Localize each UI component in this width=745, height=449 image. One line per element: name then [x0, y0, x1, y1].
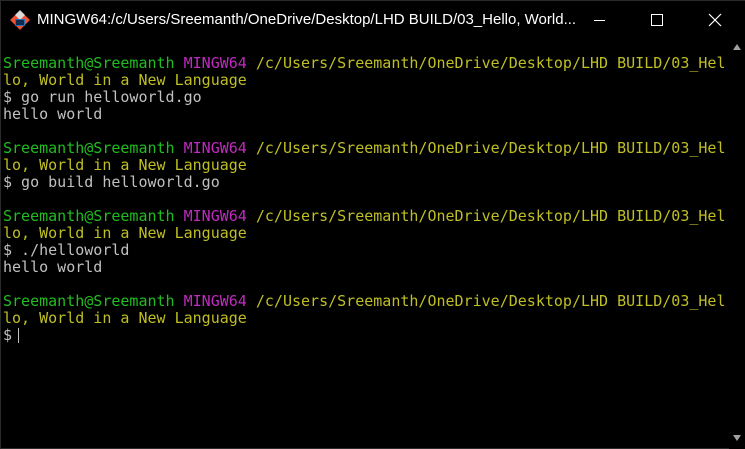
user-host: Sreemanth@Sreemanth [3, 55, 175, 72]
vertical-scrollbar[interactable] [729, 38, 745, 449]
close-button[interactable] [686, 1, 744, 38]
user-host: Sreemanth@Sreemanth [3, 293, 175, 310]
current-path-wrap: lo, World in a New Language [3, 157, 247, 174]
input-line[interactable]: $ [3, 327, 727, 344]
close-icon [708, 13, 722, 27]
current-path: /c/Users/Sreemanth/OneDrive/Desktop/LHD … [255, 140, 726, 157]
terminal-window: MINGW64:/c/Users/Sreemanth/OneDrive/Desk… [0, 0, 745, 449]
title-bar[interactable]: MINGW64:/c/Users/Sreemanth/OneDrive/Desk… [1, 1, 745, 38]
git-bash-icon[interactable] [10, 10, 30, 30]
minimize-icon [594, 20, 605, 21]
current-path: /c/Users/Sreemanth/OneDrive/Desktop/LHD … [255, 293, 726, 310]
shell-name: MINGW64 [183, 55, 247, 72]
shell-name: MINGW64 [183, 208, 247, 225]
prompt-line: Sreemanth@Sreemanth MINGW64 /c/Users/Sre… [3, 140, 727, 157]
shell-name: MINGW64 [183, 140, 247, 157]
terminal-output[interactable]: Sreemanth@Sreemanth MINGW64 /c/Users/Sre… [3, 55, 727, 435]
window-title: MINGW64:/c/Users/Sreemanth/OneDrive/Desk… [37, 11, 577, 28]
minimize-button[interactable] [571, 1, 629, 38]
scroll-up-arrow-icon[interactable] [733, 44, 741, 50]
text-cursor [18, 328, 20, 343]
shell-name: MINGW64 [183, 293, 247, 310]
command-line: $ ./helloworld [3, 242, 130, 259]
maximize-button[interactable] [628, 1, 686, 38]
maximize-icon [651, 14, 663, 26]
command-output: hello world [3, 106, 103, 123]
current-path: /c/Users/Sreemanth/OneDrive/Desktop/LHD … [255, 55, 726, 72]
current-path-wrap: lo, World in a New Language [3, 225, 247, 242]
prompt-line: Sreemanth@Sreemanth MINGW64 /c/Users/Sre… [3, 208, 727, 225]
prompt-line: Sreemanth@Sreemanth MINGW64 /c/Users/Sre… [3, 293, 727, 310]
scroll-down-arrow-icon[interactable] [733, 435, 741, 441]
command-output: hello world [3, 259, 103, 276]
current-path-wrap: lo, World in a New Language [3, 72, 247, 89]
command-line: $ go run helloworld.go [3, 89, 202, 106]
command-line: $ go build helloworld.go [3, 174, 220, 191]
prompt-symbol: $ [3, 327, 13, 344]
current-path: /c/Users/Sreemanth/OneDrive/Desktop/LHD … [255, 208, 726, 225]
user-host: Sreemanth@Sreemanth [3, 140, 175, 157]
user-host: Sreemanth@Sreemanth [3, 208, 175, 225]
current-path-wrap: lo, World in a New Language [3, 310, 247, 327]
prompt-line: Sreemanth@Sreemanth MINGW64 /c/Users/Sre… [3, 55, 727, 72]
